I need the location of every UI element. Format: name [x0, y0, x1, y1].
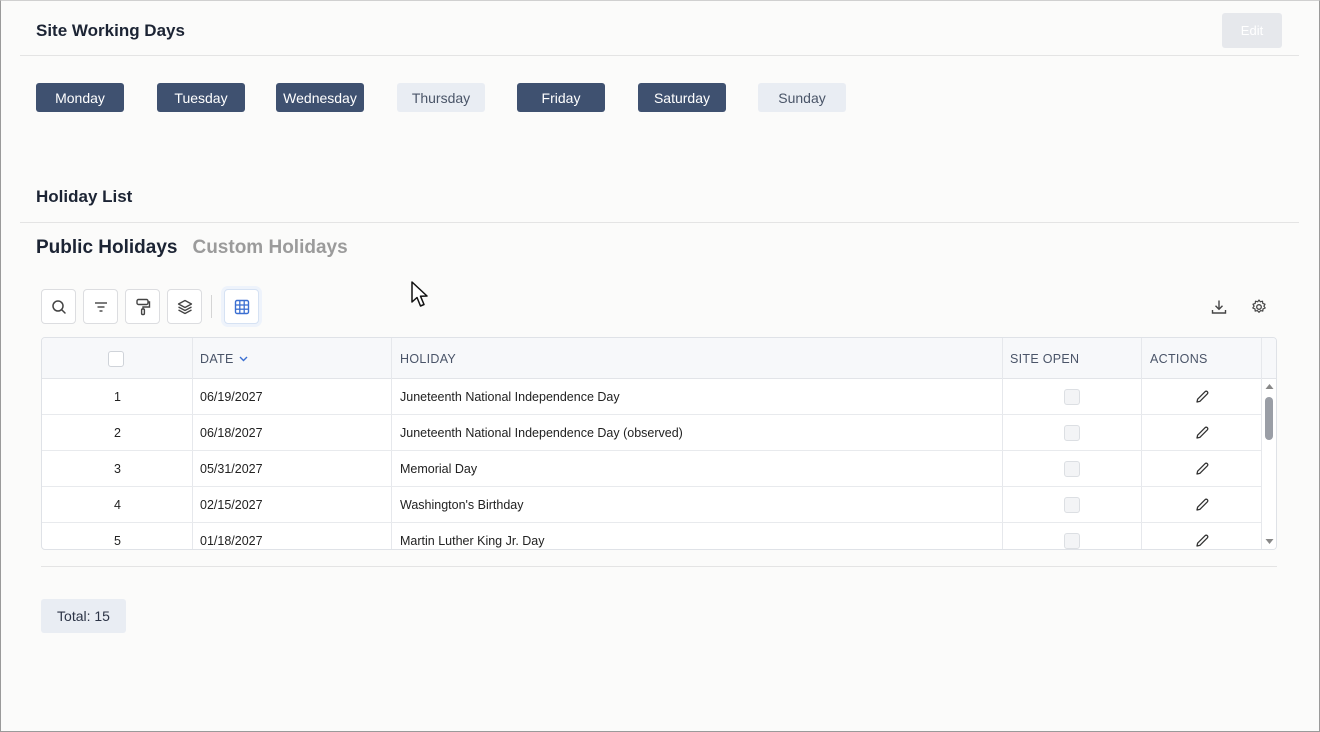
- site-open-cell: [1064, 523, 1080, 549]
- divider: [20, 222, 1299, 223]
- pencil-icon: [1196, 534, 1209, 547]
- site-open-checkbox[interactable]: [1064, 533, 1080, 549]
- tab-public-holidays[interactable]: Public Holidays: [36, 237, 177, 259]
- site-open-cell: [1064, 451, 1080, 487]
- divider: [41, 566, 1277, 567]
- group-button[interactable]: [167, 289, 202, 324]
- site-open-cell: [1064, 415, 1080, 451]
- site-open-checkbox[interactable]: [1064, 389, 1080, 405]
- row-date: 06/19/2027: [200, 390, 263, 404]
- grid-view-button[interactable]: [224, 289, 259, 324]
- table-row[interactable]: 5 01/18/2027 Martin Luther King Jr. Day: [42, 523, 1261, 549]
- column-header-holiday[interactable]: HOLIDAY: [400, 338, 456, 379]
- row-holiday: Juneteenth National Independence Day (ob…: [400, 426, 683, 440]
- row-index: 3: [114, 462, 121, 476]
- settings-button[interactable]: [1248, 296, 1270, 318]
- row-date: 02/15/2027: [200, 498, 263, 512]
- day-sunday[interactable]: Sunday: [758, 83, 846, 112]
- row-date: 01/18/2027: [200, 534, 263, 548]
- edit-action[interactable]: [1194, 487, 1210, 523]
- row-index: 1: [114, 390, 121, 404]
- pencil-icon: [1196, 426, 1209, 439]
- site-open-cell: [1064, 487, 1080, 523]
- edit-action[interactable]: [1194, 415, 1210, 451]
- tab-custom-holidays[interactable]: Custom Holidays: [192, 237, 347, 259]
- search-icon: [51, 299, 66, 314]
- filter-button[interactable]: [83, 289, 118, 324]
- holiday-list-title: Holiday List: [36, 187, 133, 206]
- day-wednesday[interactable]: Wednesday: [276, 83, 364, 112]
- chevron-down-icon: [239, 356, 248, 361]
- edit-button[interactable]: Edit: [1222, 13, 1282, 48]
- holidays-table: DATE HOLIDAY SITE OPEN ACTIONS 1 06/19/2…: [41, 337, 1277, 550]
- select-all-cell: [108, 338, 124, 379]
- column-header-actions: ACTIONS: [1150, 351, 1208, 366]
- pencil-icon: [1196, 498, 1209, 511]
- site-open-cell: [1064, 379, 1080, 415]
- row-index: 5: [114, 534, 121, 548]
- search-button[interactable]: [41, 289, 76, 324]
- working-days-title: Site Working Days: [36, 21, 185, 40]
- table-row[interactable]: 3 05/31/2027 Memorial Day: [42, 451, 1261, 487]
- download-icon: [1211, 300, 1227, 314]
- pencil-icon: [1196, 390, 1209, 403]
- day-monday[interactable]: Monday: [36, 83, 124, 112]
- holiday-tabs: Public Holidays Custom Holidays: [36, 237, 348, 259]
- row-index: 4: [114, 498, 121, 512]
- day-tuesday[interactable]: Tuesday: [157, 83, 245, 112]
- divider: [20, 55, 1299, 56]
- column-header-date[interactable]: DATE: [200, 338, 248, 379]
- scroll-down-icon[interactable]: [1265, 538, 1274, 545]
- edit-action[interactable]: [1194, 451, 1210, 487]
- row-date: 06/18/2027: [200, 426, 263, 440]
- download-button[interactable]: [1208, 296, 1230, 318]
- site-open-checkbox[interactable]: [1064, 497, 1080, 513]
- pencil-icon: [1196, 462, 1209, 475]
- table-row[interactable]: 1 06/19/2027 Juneteenth National Indepen…: [42, 379, 1261, 415]
- row-date: 05/31/2027: [200, 462, 263, 476]
- day-friday[interactable]: Friday: [517, 83, 605, 112]
- mouse-cursor-icon: [411, 281, 428, 307]
- column-header-site-open[interactable]: SITE OPEN: [1010, 338, 1079, 379]
- row-holiday: Martin Luther King Jr. Day: [400, 534, 545, 548]
- paint-roller-icon: [135, 298, 150, 315]
- total-count-badge: Total: 15: [41, 599, 126, 633]
- scrollbar-thumb[interactable]: [1265, 397, 1273, 440]
- grid-icon: [234, 299, 249, 314]
- layers-icon: [177, 299, 192, 314]
- scroll-up-icon[interactable]: [1265, 383, 1274, 390]
- row-holiday: Washington's Birthday: [400, 498, 524, 512]
- site-open-checkbox[interactable]: [1064, 425, 1080, 441]
- select-all-checkbox[interactable]: [108, 350, 124, 367]
- settings-icon: [1252, 299, 1266, 313]
- row-holiday: Juneteenth National Independence Day: [400, 390, 620, 404]
- column-header-date-label: DATE: [200, 351, 234, 366]
- day-saturday[interactable]: Saturday: [638, 83, 726, 112]
- table-row[interactable]: 4 02/15/2027 Washington's Birthday: [42, 487, 1261, 523]
- day-thursday[interactable]: Thursday: [397, 83, 485, 112]
- table-row[interactable]: 2 06/18/2027 Juneteenth National Indepen…: [42, 415, 1261, 451]
- edit-action[interactable]: [1194, 379, 1210, 415]
- filter-icon: [94, 301, 107, 312]
- edit-action[interactable]: [1194, 523, 1210, 549]
- row-index: 2: [114, 426, 121, 440]
- row-holiday: Memorial Day: [400, 462, 478, 476]
- site-open-checkbox[interactable]: [1064, 461, 1080, 477]
- format-button[interactable]: [125, 289, 160, 324]
- toolbar-separator: [211, 295, 212, 318]
- table-header: DATE HOLIDAY SITE OPEN ACTIONS: [42, 338, 1276, 379]
